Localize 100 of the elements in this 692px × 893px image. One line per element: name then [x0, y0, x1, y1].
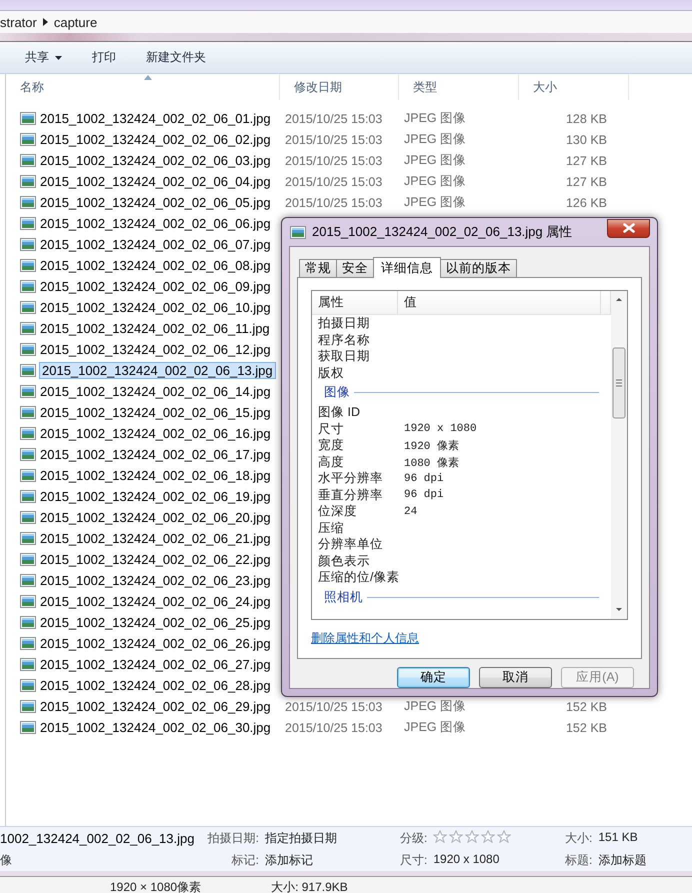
image-file-icon — [20, 448, 36, 461]
image-file-icon — [20, 154, 36, 167]
column-header[interactable]: 值 — [398, 291, 601, 314]
date-cell-text: 2015/10/25 15:03 — [284, 132, 384, 146]
group-heading[interactable]: 图像 — [324, 384, 350, 401]
date-cell-text: 2015/10/25 15:03 — [284, 196, 384, 210]
group-heading[interactable]: 照相机 — [324, 588, 363, 606]
file-name[interactable]: 2015_1002_132424_002_02_06_28.jpg — [40, 678, 271, 693]
file-name[interactable]: 2015_1002_132424_002_02_06_19.jpg — [40, 489, 271, 504]
tab[interactable]: 以前的版本 — [440, 259, 517, 277]
tab[interactable]: 常规 — [299, 259, 337, 277]
image-file-icon — [20, 721, 36, 734]
file-name[interactable]: 2015_1002_132424_002_02_06_06.jpg — [40, 216, 271, 231]
property-name: 颜色表示 — [318, 552, 371, 570]
file-name[interactable]: 2015_1002_132424_002_02_06_18.jpg — [40, 468, 271, 483]
file-name[interactable]: 2015_1002_132424_002_02_06_24.jpg — [40, 594, 271, 609]
size-cell-text: 152 KB — [564, 720, 607, 734]
file-name[interactable]: 2015_1002_132424_002_02_06_20.jpg — [40, 510, 271, 525]
property-name: 图像 ID — [318, 404, 361, 421]
property-name: 程序名称 — [318, 332, 371, 348]
field-value[interactable]: 添加标题 — [598, 852, 646, 868]
column-header[interactable]: 大小 — [519, 74, 629, 100]
file-name[interactable]: 2015_1002_132424_002_02_06_26.jpg — [40, 636, 271, 651]
toolbar-button[interactable]: 打印 — [83, 45, 125, 70]
type-cell-text: JPEG 图像 — [403, 194, 468, 211]
file-name[interactable]: 2015_1002_132424_002_02_06_10.jpg — [40, 300, 271, 315]
file-name[interactable]: 2015_1002_132424_002_02_06_02.jpg — [40, 132, 271, 147]
field-label: 尺寸: — [400, 852, 428, 868]
file-name[interactable]: 2015_1002_132424_002_02_06_17.jpg — [40, 447, 271, 462]
tab[interactable]: 安全 — [336, 259, 374, 277]
file-name[interactable]: 2015_1002_132424_002_02_06_09.jpg — [40, 279, 271, 294]
image-file-icon — [20, 133, 36, 146]
date-cell-text: 2015/10/25 15:03 — [284, 154, 384, 168]
file-name[interactable]: 2015_1002_132424_002_02_06_29.jpg — [40, 699, 271, 714]
image-file-icon — [20, 490, 36, 503]
column-header[interactable]: 属性 — [312, 291, 398, 314]
image-file-icon — [20, 637, 36, 650]
property-name: 水平分辨率 — [318, 470, 384, 487]
property-name: 获取日期 — [318, 348, 371, 365]
file-name[interactable]: 2015_1002_132424_002_02_06_08.jpg — [40, 258, 271, 273]
close-icon — [622, 223, 634, 233]
file-name[interactable]: 2015_1002_132424_002_02_06_14.jpg — [40, 384, 271, 399]
field-label: 拍摄日期: — [206, 830, 259, 846]
file-name[interactable]: 2015_1002_132424_002_02_06_27.jpg — [40, 657, 271, 672]
image-file-icon — [20, 595, 36, 608]
file-name[interactable]: 2015_1002_132424_002_02_06_11.jpg — [40, 321, 270, 336]
field-value[interactable]: 添加标记 — [265, 852, 313, 868]
field-label: 大小: — [565, 830, 592, 846]
file-name[interactable]: 2015_1002_132424_002_02_06_03.jpg — [40, 153, 271, 168]
file-name[interactable]: 2015_1002_132424_002_02_06_25.jpg — [40, 615, 271, 630]
image-file-icon — [20, 658, 36, 671]
file-name[interactable]: 2015_1002_132424_002_02_06_22.jpg — [40, 552, 271, 567]
file-name[interactable]: 2015_1002_132424_002_02_06_05.jpg — [40, 195, 271, 210]
breadcrumb-item[interactable]: capture — [54, 14, 98, 30]
property-value: 1920 x 1080 — [404, 423, 478, 435]
file-name[interactable]: 2015_1002_132424_002_02_06_07.jpg — [40, 237, 271, 252]
field-value[interactable]: 151 KB — [598, 830, 638, 846]
image-file-icon — [20, 532, 36, 545]
star-icon — [449, 830, 464, 842]
field-value[interactable]: 1920 x 1080 — [433, 852, 500, 868]
property-name: 宽度 — [318, 437, 345, 454]
file-name[interactable]: 2015_1002_132424_002_02_06_23.jpg — [40, 573, 271, 588]
dialog-button[interactable]: 确定 — [397, 667, 470, 688]
property-value: 24 — [404, 506, 418, 518]
column-header[interactable]: 类型 — [399, 74, 519, 100]
field-label: 标题: — [565, 852, 592, 868]
field-value[interactable]: 指定拍摄日期 — [265, 830, 337, 846]
file-name[interactable]: 2015_1002_132424_002_02_06_16.jpg — [40, 426, 271, 441]
column-header[interactable]: 修改日期 — [280, 74, 399, 100]
remove-properties-link[interactable]: 删除属性和个人信息 — [311, 630, 419, 647]
file-name[interactable]: 2015_1002_132424_002_02_06_13.jpg — [40, 363, 275, 378]
image-file-icon — [20, 238, 36, 251]
size-cell-text: 127 KB — [564, 154, 607, 168]
toolbar-button[interactable]: 新建文件夹 — [137, 45, 215, 70]
image-file-icon — [20, 427, 36, 440]
image-file-icon — [20, 616, 36, 629]
image-file-icon — [20, 322, 36, 335]
type-cell-text: JPEG 图像 — [403, 719, 468, 736]
file-name[interactable]: 2015_1002_132424_002_02_06_30.jpg — [40, 720, 271, 735]
file-name[interactable]: 2015_1002_132424_002_02_06_04.jpg — [40, 174, 271, 189]
image-file-icon — [20, 112, 36, 125]
breadcrumb-item[interactable]: strator — [0, 14, 37, 30]
type-cell-text: JPEG 图像 — [403, 173, 468, 190]
property-name: 垂直分辨率 — [318, 486, 384, 504]
date-cell-text: 2015/10/25 15:03 — [284, 700, 384, 714]
star-icon — [465, 830, 480, 842]
tab[interactable]: 详细信息 — [373, 257, 441, 278]
image-file-icon — [20, 679, 36, 692]
toolbar-button[interactable]: 共享 — [16, 45, 71, 70]
property-value: 96 dpi — [404, 472, 445, 484]
file-name[interactable]: 2015_1002_132424_002_02_06_21.jpg — [40, 531, 271, 546]
dialog-button[interactable]: 取消 — [479, 667, 552, 688]
date-cell-text: 2015/10/25 15:03 — [284, 112, 384, 126]
image-file-icon — [20, 301, 36, 314]
file-name[interactable]: 2015_1002_132424_002_02_06_01.jpg — [40, 111, 271, 126]
image-file-icon — [20, 196, 36, 209]
info-text: 1920 × 1080像素 — [110, 881, 202, 893]
file-name[interactable]: 2015_1002_132424_002_02_06_12.jpg — [40, 342, 271, 357]
close-button[interactable] — [607, 218, 650, 238]
file-name[interactable]: 2015_1002_132424_002_02_06_15.jpg — [40, 405, 271, 420]
